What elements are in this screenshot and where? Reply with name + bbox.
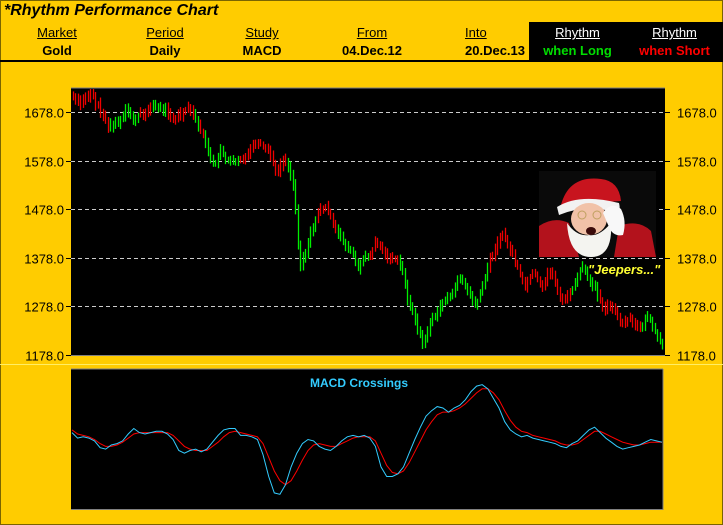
y-tick-label: 1378.0 <box>24 252 64 267</box>
y-tick-label: 1278.0 <box>677 300 717 315</box>
y-tick-label: 1578.0 <box>677 155 717 170</box>
macd-plot-area <box>71 369 663 510</box>
y-tick-label: 1478.0 <box>677 203 717 218</box>
y-tick-label: 1178.0 <box>677 349 716 364</box>
macd-title: MACD Crossings <box>310 376 409 390</box>
y-tick-label: 1678.0 <box>24 106 64 121</box>
y-tick-label: 1578.0 <box>24 155 64 170</box>
y-tick-label: 1278.0 <box>24 300 64 315</box>
y-tick-label: 1178.0 <box>25 349 64 364</box>
y-tick-label: 1678.0 <box>677 106 717 121</box>
santa-image <box>539 171 656 257</box>
santa-illustration <box>539 171 656 257</box>
santa-caption: "Jeepers..." <box>588 262 661 277</box>
y-tick-label: 1378.0 <box>677 252 717 267</box>
y-tick-label: 1478.0 <box>24 203 64 218</box>
